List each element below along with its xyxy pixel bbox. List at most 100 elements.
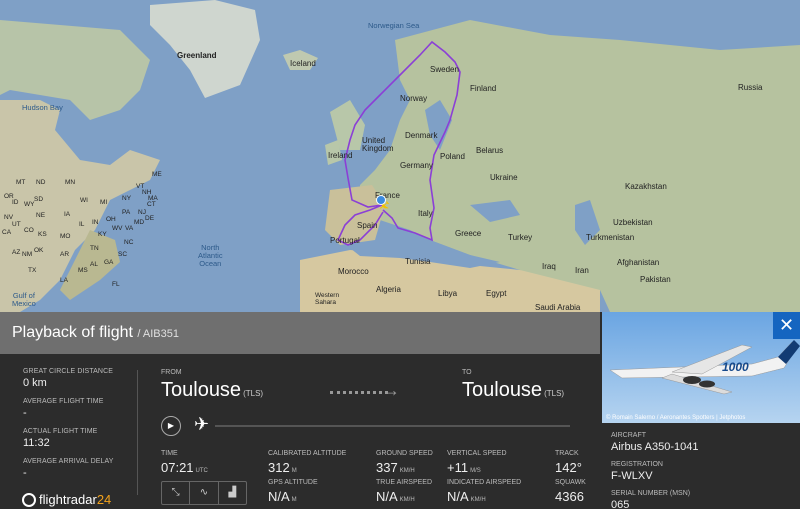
great-circle-label: GREAT CIRCLE DISTANCE — [23, 368, 114, 375]
time-unit: UTC — [195, 468, 208, 474]
playback-plane-icon[interactable]: ✈ — [194, 415, 209, 433]
vertical-speed-unit: M/S — [470, 468, 481, 474]
label-italy: Italy — [418, 209, 433, 218]
photo-credit[interactable]: © Romain Salerno / Aeronantes Spotters |… — [606, 415, 745, 421]
state-label: SD — [34, 196, 44, 203]
destination-code: (TLS) — [544, 389, 565, 398]
actual-flight-time-label: ACTUAL FLIGHT TIME — [23, 428, 98, 435]
label-ireland: Ireland — [328, 151, 353, 160]
state-label: MN — [65, 179, 76, 186]
state-label: NE — [36, 212, 46, 219]
vertical-speed-value: +11 M/S — [447, 460, 481, 475]
from-label: FROM — [161, 369, 182, 376]
label-turkey: Turkey — [508, 233, 533, 242]
state-label: ID — [12, 199, 19, 206]
state-label: IA — [64, 211, 71, 218]
to-label: TO — [462, 369, 472, 376]
state-label: OK — [34, 247, 44, 254]
label-north-atlantic: North Atlantic Ocean — [198, 243, 223, 268]
registration-label: REGISTRATION — [611, 461, 663, 468]
close-button[interactable]: ✕ — [773, 312, 800, 339]
gps-altitude-value: N/A M — [268, 489, 297, 504]
panel-title: Playback of flight / AIB351 — [12, 324, 179, 342]
aircraft-value[interactable]: Airbus A350-1041 — [611, 441, 698, 453]
state-label: WY — [24, 201, 35, 208]
indicated-airspeed-value: N/A KM/H — [447, 489, 486, 504]
state-label: AL — [90, 261, 98, 268]
destination-airport[interactable]: Toulouse (TLS) — [462, 379, 564, 402]
label-norway: Norway — [400, 94, 428, 103]
label-greece: Greece — [455, 229, 482, 238]
avg-arrival-delay-value: - — [23, 467, 27, 479]
avg-arrival-delay-label: AVERAGE ARRIVAL DELAY — [23, 458, 114, 465]
state-label: AZ — [12, 249, 21, 256]
aircraft-photo[interactable]: 1000 © Romain Salerno / Aeronantes Spott… — [602, 312, 800, 423]
squawk-label: SQUAWK — [555, 479, 586, 486]
serial-value: 065 — [611, 499, 630, 509]
label-greenland: Greenland — [177, 51, 217, 60]
calibrated-altitude-number: 312 — [268, 460, 290, 475]
label-poland: Poland — [440, 152, 465, 161]
state-label: ME — [152, 171, 162, 178]
true-airspeed-unit: KM/H — [399, 497, 415, 503]
origin-code: (TLS) — [243, 389, 264, 398]
state-label: GA — [104, 259, 114, 266]
label-turkmenistan: Turkmenistan — [586, 233, 635, 242]
map[interactable]: Norwegian Sea Greenland Iceland Sweden F… — [0, 0, 800, 312]
label-saudi-arabia: Saudi Arabia — [535, 303, 581, 312]
state-label: TN — [90, 245, 99, 252]
state-label: LA — [60, 277, 68, 284]
label-germany: Germany — [400, 161, 433, 170]
route-path-button[interactable]: ∿ — [190, 482, 219, 504]
label-finland: Finland — [470, 84, 497, 93]
airport-marker-icon[interactable] — [376, 195, 386, 205]
graph-button[interactable]: ▟ — [219, 482, 246, 504]
logo-text: flightradar — [39, 492, 97, 507]
label-tunisia: Tunisia — [405, 257, 431, 266]
origin-city: Toulouse — [161, 379, 242, 401]
playback-timeline[interactable] — [215, 425, 570, 427]
state-label: IL — [79, 221, 85, 228]
label-ukraine: Ukraine — [490, 173, 518, 182]
ground-speed-unit: KM/H — [399, 468, 415, 474]
divider — [137, 370, 138, 495]
indicated-airspeed-number: N/A — [447, 489, 469, 504]
actual-flight-time-value: 11:32 — [23, 437, 50, 449]
state-label: FL — [112, 281, 120, 288]
state-label: VA — [125, 225, 134, 232]
avg-flight-time-value: - — [23, 407, 27, 419]
logo-suffix: 24 — [96, 492, 112, 507]
state-label: NY — [122, 195, 132, 202]
vertical-speed-label: VERTICAL SPEED — [447, 450, 507, 457]
route-arrow-head: → — [382, 380, 400, 400]
fit-route-button[interactable]: ⤡ — [162, 482, 191, 504]
state-label: WV — [112, 225, 123, 232]
origin-airport[interactable]: Toulouse (TLS) — [161, 379, 263, 402]
label-morocco: Morocco — [338, 267, 369, 276]
state-label: MD — [134, 219, 145, 226]
calibrated-altitude-value: 312 M — [268, 460, 297, 475]
state-label: AR — [60, 251, 70, 258]
indicated-airspeed-unit: KM/H — [470, 497, 486, 503]
state-label: MO — [60, 233, 71, 240]
flightradar24-logo[interactable]: flightradar 24 — [22, 492, 111, 507]
land-greenland — [150, 0, 260, 98]
map-controls: ⤡ ∿ ▟ — [161, 481, 247, 505]
state-label: MS — [78, 267, 88, 274]
label-algeria: Algeria — [376, 285, 401, 294]
aircraft-label: AIRCRAFT — [611, 432, 646, 439]
vertical-speed-number: +11 — [447, 460, 469, 475]
true-airspeed-number: N/A — [376, 489, 398, 504]
ground-speed-number: 337 — [376, 460, 398, 475]
state-label: SC — [118, 251, 128, 258]
label-iraq: Iraq — [542, 262, 556, 271]
route-arrow-icon: → — [330, 380, 400, 402]
state-label: KS — [38, 231, 47, 238]
registration-value[interactable]: F-WLXV — [611, 470, 653, 482]
state-label: OH — [106, 216, 116, 223]
aircraft-photo-image — [609, 340, 800, 395]
label-portugal: Portugal — [330, 236, 360, 245]
play-button[interactable]: ▶ — [161, 416, 181, 436]
label-egypt: Egypt — [486, 289, 507, 298]
label-pakistan: Pakistan — [640, 275, 671, 284]
